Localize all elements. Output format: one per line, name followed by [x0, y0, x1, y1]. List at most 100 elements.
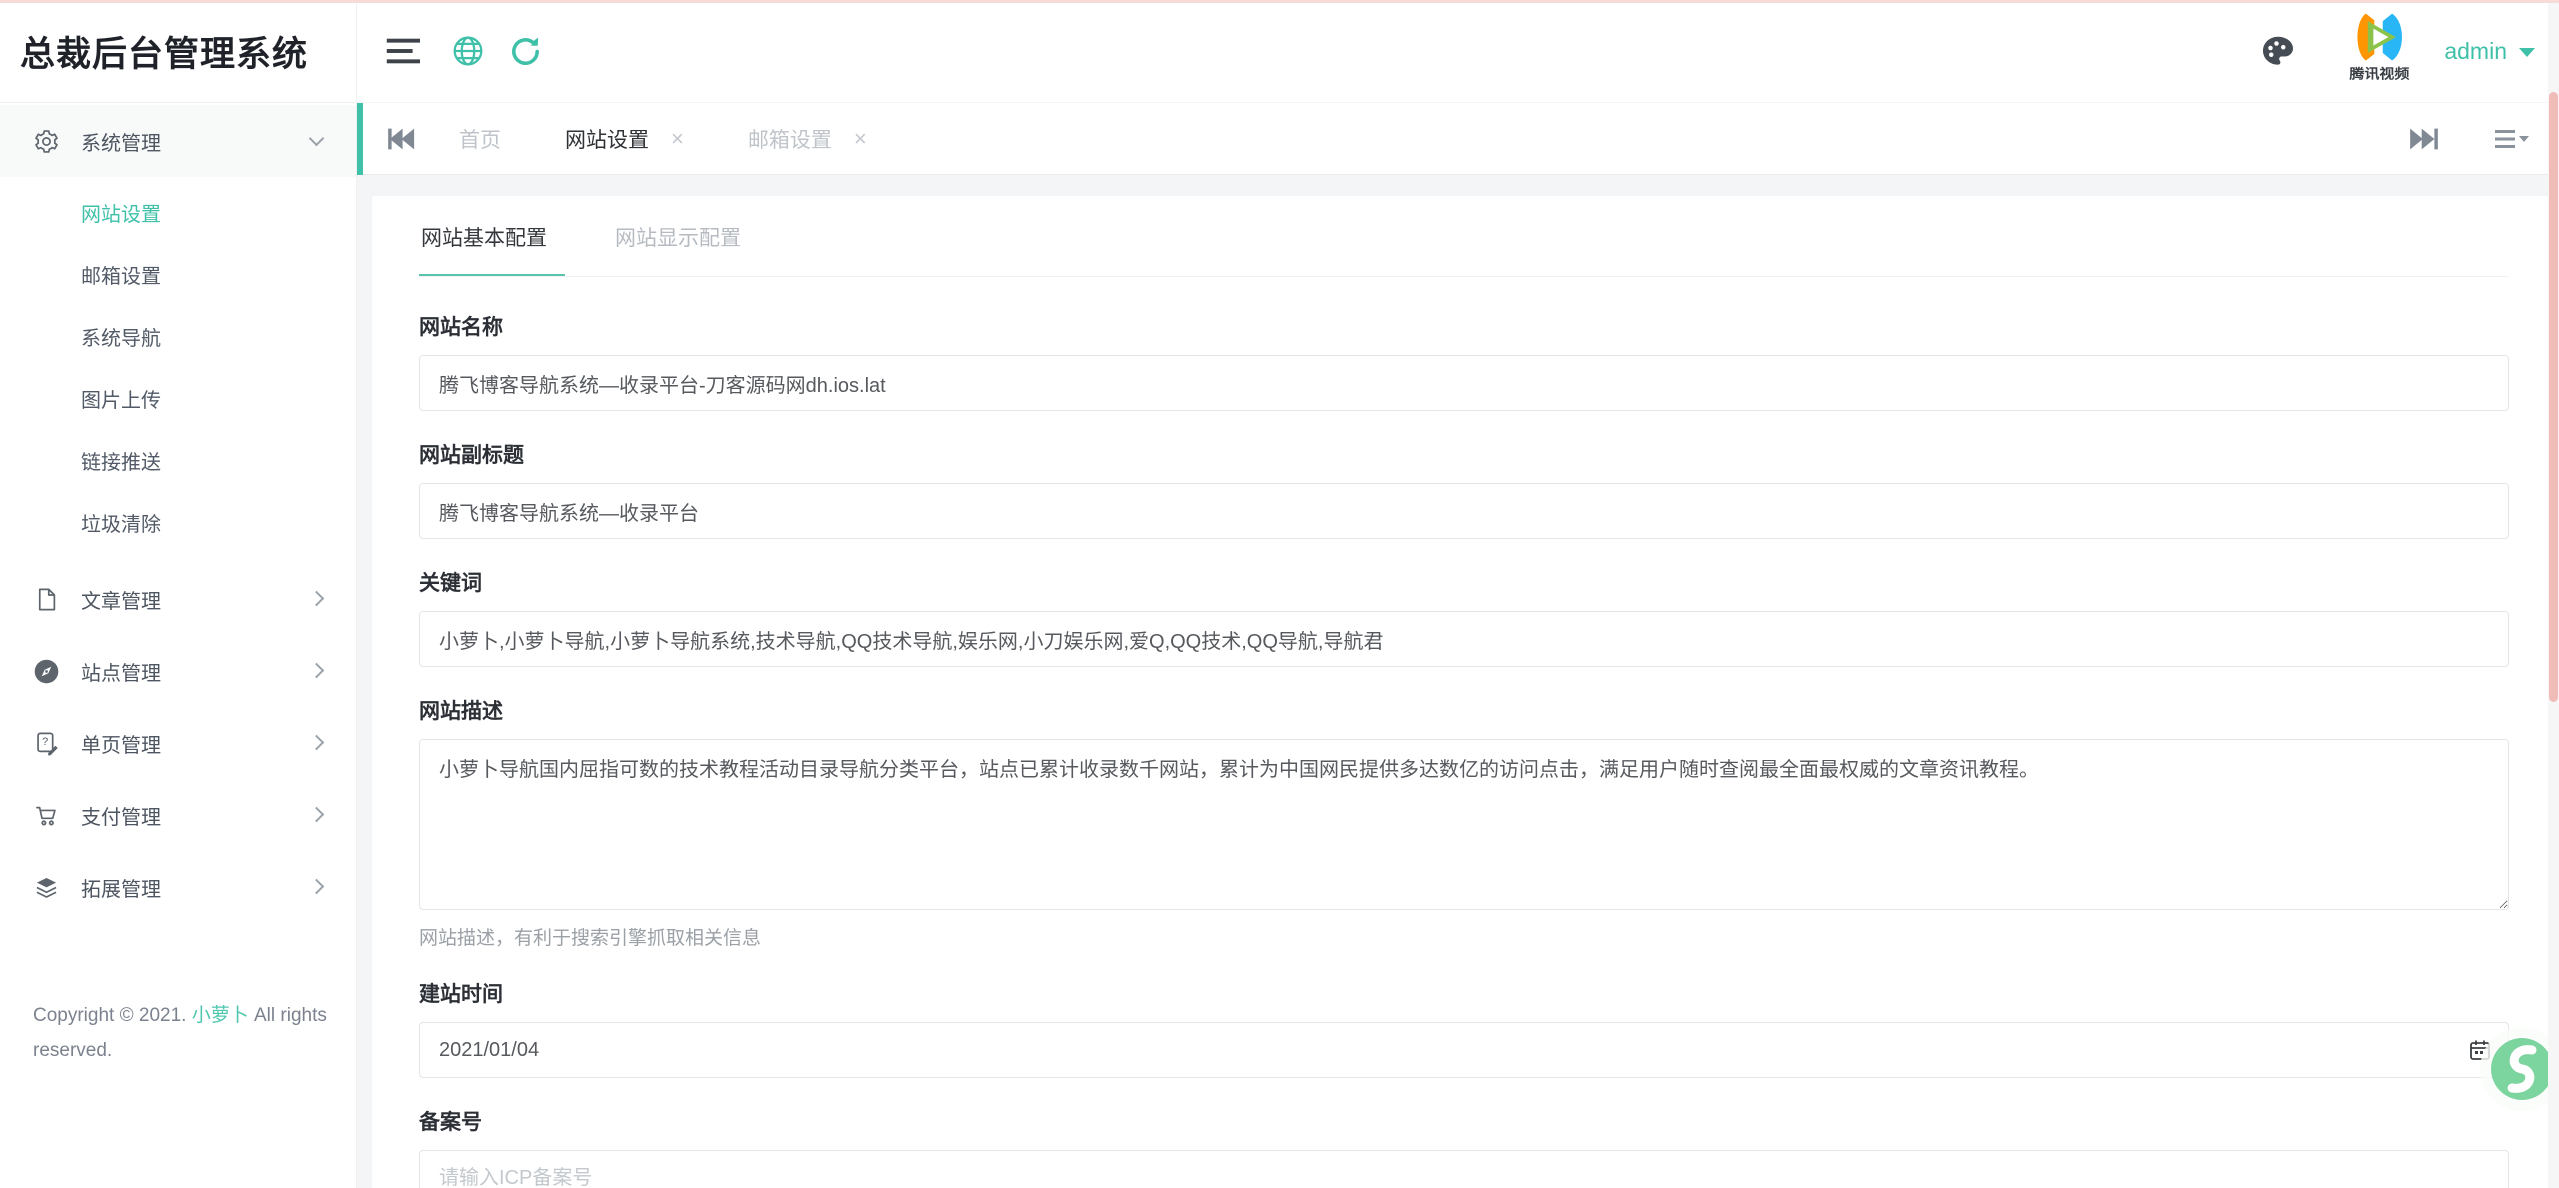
collapse-sidebar-button[interactable]: [385, 35, 423, 67]
user-dropdown[interactable]: admin: [2444, 38, 2535, 65]
site-subtitle-input[interactable]: [419, 483, 2509, 539]
sidebar: 总裁后台管理系统 系统管理 网站设置 邮箱设置 系统导航 图片上传 链接推送 垃: [0, 0, 357, 1188]
field-site-name: 网站名称: [419, 311, 2509, 411]
page-scrollbar[interactable]: [2548, 0, 2559, 1188]
description-help-text: 网站描述，有利于搜索引擎抓取相关信息: [419, 923, 2509, 950]
sidebar-item-trash-clean[interactable]: 垃圾清除: [0, 491, 356, 553]
svg-text:?: ?: [42, 736, 48, 748]
sidebar-item-system-nav[interactable]: 系统导航: [0, 305, 356, 367]
green-swirl-icon: [2490, 1037, 2554, 1101]
avatar[interactable]: 腾讯视频: [2338, 9, 2420, 93]
skip-backward-icon: [387, 126, 417, 152]
cart-icon: [33, 802, 60, 829]
gear-icon: [33, 128, 60, 155]
field-label: 网站副标题: [419, 439, 2509, 469]
sidebar-item-extension-management[interactable]: 拓展管理: [0, 851, 356, 923]
chevron-right-icon: [309, 662, 325, 678]
field-site-subtitle: 网站副标题: [419, 439, 2509, 539]
palette-icon: [2260, 33, 2296, 69]
app-window: 总裁后台管理系统 系统管理 网站设置 邮箱设置 系统导航 图片上传 链接推送 垃: [0, 0, 2559, 1188]
avatar-caption: 腾讯视频: [2349, 64, 2409, 83]
tabbar-right-controls: [2385, 126, 2559, 152]
calendar-icon[interactable]: [2468, 1038, 2492, 1062]
app-logo: 总裁后台管理系统: [0, 0, 356, 103]
sidebar-item-label: 系统管理: [81, 127, 311, 156]
tab-display-config[interactable]: 网站显示配置: [609, 196, 755, 276]
field-label: 网站描述: [419, 695, 2509, 725]
sidebar-item-page-management[interactable]: ? 单页管理: [0, 707, 356, 779]
copyright-text: Copyright © 2021. 小萝卜 All rights reserve…: [33, 998, 328, 1068]
document-icon: [33, 586, 60, 613]
tab-site-settings[interactable]: 网站设置 ×: [565, 124, 684, 154]
main-area: 腾讯视频 admin 首页 网站设置 ×: [357, 0, 2559, 1188]
sidebar-menu: 系统管理 网站设置 邮箱设置 系统导航 图片上传 链接推送 垃圾清除 文章管理: [0, 103, 356, 923]
icp-input[interactable]: [419, 1150, 2509, 1188]
top-header: 腾讯视频 admin: [357, 0, 2559, 103]
tab-label: 网站设置: [565, 124, 649, 154]
skip-forward-icon: [2409, 126, 2439, 152]
sidebar-item-label: 拓展管理: [81, 873, 311, 902]
settings-card: 网站基本配置 网站显示配置 网站名称 网站副标题 关键词: [372, 196, 2548, 1188]
sidebar-item-payment-management[interactable]: 支付管理: [0, 779, 356, 851]
field-description: 网站描述 网站描述，有利于搜索引擎抓取相关信息: [419, 695, 2509, 950]
sidebar-item-site-management[interactable]: 站点管理: [0, 635, 356, 707]
top-progress-line: [0, 0, 2559, 3]
username-text: admin: [2444, 38, 2507, 65]
scroll-tabs-left-button[interactable]: [387, 126, 417, 152]
sidebar-item-mail-settings[interactable]: 邮箱设置: [0, 243, 356, 305]
content-area: 网站基本配置 网站显示配置 网站名称 网站副标题 关键词: [357, 175, 2559, 1188]
tab-mail-settings[interactable]: 邮箱设置 ×: [748, 124, 867, 154]
field-label: 网站名称: [419, 311, 2509, 341]
field-label: 备案号: [419, 1106, 2509, 1136]
chevron-down-icon: [309, 130, 325, 146]
sidebar-item-label: 支付管理: [81, 801, 311, 830]
site-name-input[interactable]: [419, 355, 2509, 411]
system-submenu: 网站设置 邮箱设置 系统导航 图片上传 链接推送 垃圾清除: [0, 177, 356, 563]
open-tabs-bar: 首页 网站设置 × 邮箱设置 ×: [357, 103, 2559, 175]
sidebar-item-label: 单页管理: [81, 729, 311, 758]
field-icp: 备案号: [419, 1106, 2509, 1188]
scrollbar-thumb[interactable]: [2549, 92, 2558, 702]
layers-icon: [33, 874, 60, 901]
sidebar-item-image-upload[interactable]: 图片上传: [0, 367, 356, 429]
sidebar-item-article-management[interactable]: 文章管理: [0, 563, 356, 635]
chevron-right-icon: [309, 878, 325, 894]
sidebar-item-link-push[interactable]: 链接推送: [0, 429, 356, 491]
refresh-icon: [509, 35, 542, 68]
settings-tabs: 网站基本配置 网站显示配置: [419, 196, 2509, 277]
language-globe-button[interactable]: [451, 34, 485, 68]
copyright-prefix: Copyright © 2021.: [33, 1005, 192, 1026]
tab-label: 首页: [459, 124, 501, 154]
field-label: 关键词: [419, 567, 2509, 597]
hamburger-icon: [385, 35, 423, 67]
close-icon[interactable]: ×: [671, 128, 684, 150]
tab-list: 首页 网站设置 × 邮箱设置 ×: [417, 124, 2385, 154]
close-icon[interactable]: ×: [854, 128, 867, 150]
site-settings-form: 网站名称 网站副标题 关键词 网站描述 网站描述，有利于搜索引: [419, 277, 2509, 1188]
keywords-input[interactable]: [419, 611, 2509, 667]
globe-icon: [451, 34, 485, 68]
theme-palette-button[interactable]: [2260, 33, 2296, 69]
description-textarea[interactable]: [419, 739, 2509, 910]
compass-icon: [33, 658, 60, 685]
field-label: 建站时间: [419, 978, 2509, 1008]
page-edit-icon: ?: [33, 730, 60, 757]
site-created-date-input[interactable]: [419, 1022, 2509, 1078]
chevron-right-icon: [309, 590, 325, 606]
chevron-right-icon: [309, 734, 325, 750]
floating-widget-button[interactable]: [2490, 1037, 2554, 1101]
scroll-tabs-right-button[interactable]: [2409, 126, 2439, 152]
field-site-created: 建站时间: [419, 978, 2509, 1078]
accent-notch: [357, 103, 363, 175]
tab-home[interactable]: 首页: [459, 124, 501, 154]
chevron-down-icon: [2519, 48, 2535, 57]
sidebar-item-site-settings[interactable]: 网站设置: [0, 181, 356, 243]
sidebar-item-label: 站点管理: [81, 657, 311, 686]
copyright-brand-link[interactable]: 小萝卜: [192, 1005, 249, 1026]
refresh-button[interactable]: [509, 35, 542, 68]
tab-label: 邮箱设置: [748, 124, 832, 154]
tab-options-button[interactable]: [2495, 127, 2529, 151]
sidebar-item-system-management[interactable]: 系统管理: [0, 105, 356, 177]
tencent-video-logo-icon: [2349, 9, 2409, 67]
tab-basic-config[interactable]: 网站基本配置: [419, 196, 565, 276]
